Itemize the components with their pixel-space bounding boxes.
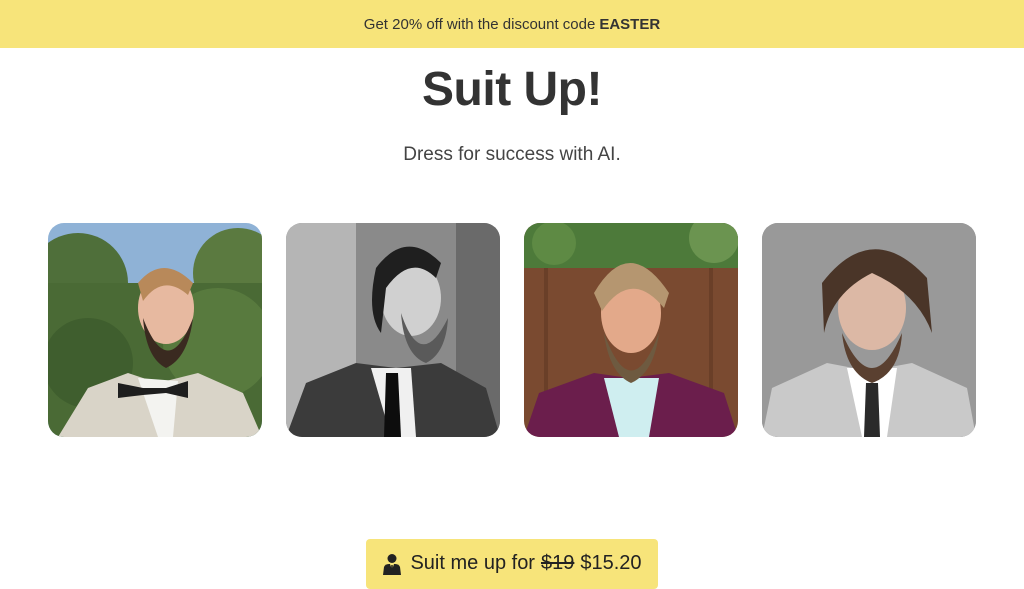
cta-old-price: $19 xyxy=(540,552,575,574)
person-suit-icon xyxy=(383,554,402,575)
portrait-photo xyxy=(524,223,738,437)
cta-label: Suit me up for xyxy=(410,552,535,574)
page-title: Suit Up! xyxy=(422,63,602,116)
promo-text: Get 20% off with the discount code xyxy=(363,15,596,33)
suit-me-up-button[interactable]: Suit me up for $19 $15.20 xyxy=(366,539,658,589)
promo-code: EASTER xyxy=(599,15,661,33)
photo-gallery xyxy=(48,223,976,437)
portrait-photo xyxy=(48,223,262,437)
cta-new-price: $15.20 xyxy=(580,552,642,574)
portrait-photo xyxy=(762,223,976,437)
page-subtitle: Dress for success with AI. xyxy=(403,144,621,165)
portrait-photo xyxy=(286,223,500,437)
promo-banner: Get 20% off with the discount code EASTE… xyxy=(0,0,1024,48)
